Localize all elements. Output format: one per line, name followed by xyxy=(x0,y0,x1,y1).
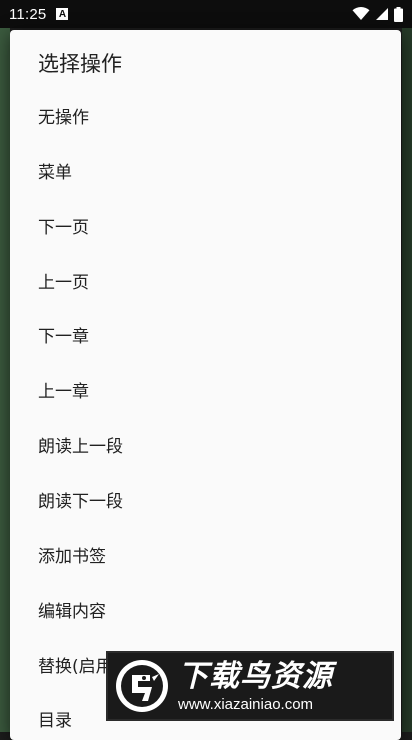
watermark-url: www.xiazainiao.com xyxy=(178,696,314,713)
option-label: 下一页 xyxy=(38,217,89,238)
option-previous-chapter[interactable]: 上一章 xyxy=(10,362,401,416)
background-page-right xyxy=(402,28,412,732)
wifi-icon xyxy=(352,7,370,20)
notification-icon: A xyxy=(56,8,69,20)
option-label: 编辑内容 xyxy=(38,601,106,622)
option-edit-content[interactable]: 编辑内容 xyxy=(10,582,401,636)
option-next-page[interactable]: 下一页 xyxy=(10,198,401,252)
option-label: 添加书签 xyxy=(38,546,106,567)
option-label: 目录 xyxy=(38,710,72,731)
status-icons xyxy=(352,6,403,22)
option-add-bookmark[interactable]: 添加书签 xyxy=(10,527,401,581)
watermark-text: 下载鸟资源 www.xiazainiao.com xyxy=(178,658,333,714)
option-label: 上一章 xyxy=(38,381,89,402)
signal-icon xyxy=(376,8,388,20)
option-label: 上一页 xyxy=(38,272,89,293)
option-label: 朗读上一段 xyxy=(38,436,123,457)
option-label: 替换(启用 xyxy=(38,656,113,677)
option-previous-page[interactable]: 上一页 xyxy=(10,253,401,307)
option-label: 朗读下一段 xyxy=(38,491,123,512)
status-time: 11:25 xyxy=(9,5,47,23)
option-menu[interactable]: 菜单 xyxy=(10,143,401,197)
option-label: 菜单 xyxy=(38,162,72,183)
battery-icon xyxy=(394,6,403,22)
option-no-action[interactable]: 无操作 xyxy=(10,88,401,142)
option-next-chapter[interactable]: 下一章 xyxy=(10,307,401,361)
option-label: 下一章 xyxy=(38,326,89,347)
option-read-next-paragraph[interactable]: 朗读下一段 xyxy=(10,472,401,526)
watermark-name: 下载鸟资源 xyxy=(178,659,333,694)
option-read-previous-paragraph[interactable]: 朗读上一段 xyxy=(10,417,401,471)
select-action-dialog: 选择操作 无操作 菜单 下一页 上一页 下一章 上一章 朗读上一段 朗读下一段 … xyxy=(10,30,401,740)
dialog-title: 选择操作 xyxy=(38,52,122,76)
bird-logo-icon xyxy=(116,660,168,712)
status-bar: 11:25 A xyxy=(0,0,412,28)
watermark-overlay: 下载鸟资源 www.xiazainiao.com xyxy=(106,651,394,721)
background-page xyxy=(0,28,10,732)
option-label: 无操作 xyxy=(38,107,89,128)
